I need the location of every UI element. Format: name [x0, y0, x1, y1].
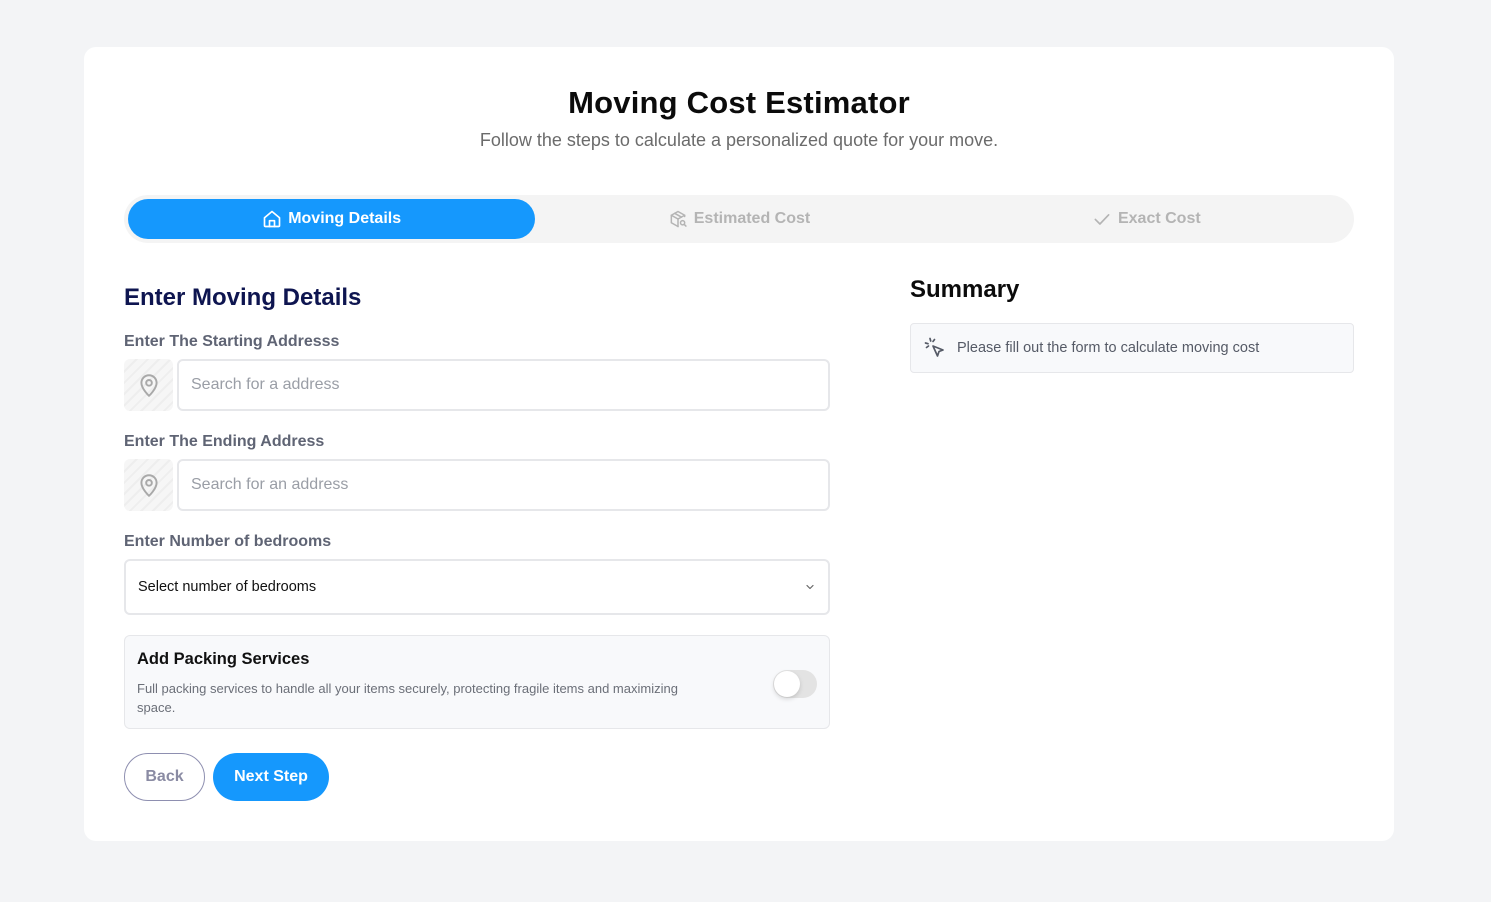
package-search-icon [670, 210, 687, 228]
tab-moving-details[interactable]: Moving Details [128, 199, 536, 239]
summary-title: Summary [910, 276, 1020, 303]
tab-label: Moving Details [288, 210, 402, 227]
end-address-label: Enter The Ending Address [124, 433, 325, 450]
map-pin-icon [139, 374, 158, 397]
packing-services-description: Full packing services to handle all your… [137, 681, 678, 715]
packing-services-title: Add Packing Services [137, 650, 310, 668]
check-icon [1094, 214, 1110, 225]
tab-label: Exact Cost [1117, 210, 1201, 227]
end-address-input[interactable] [177, 459, 830, 511]
back-button[interactable]: Back [124, 753, 205, 801]
map-pin-icon [139, 474, 158, 497]
tab-exact-cost[interactable]: Exact Cost [943, 199, 1350, 239]
toggle-knob [774, 671, 800, 697]
home-icon [263, 210, 281, 228]
step-tabs: Moving Details Estimated Cost Exact Cost [124, 195, 1354, 243]
start-address-label: Enter The Starting Addresss [124, 333, 340, 350]
bedrooms-label: Enter Number of bedrooms [124, 533, 332, 550]
pointer-click-icon [924, 337, 944, 357]
bedrooms-select[interactable]: Select number of bedrooms [124, 559, 830, 615]
next-step-button[interactable]: Next Step [213, 753, 329, 801]
tab-label: Estimated Cost [693, 210, 811, 227]
start-address-input[interactable] [177, 359, 830, 411]
end-address-pin [124, 459, 173, 511]
packing-services-toggle[interactable] [773, 670, 817, 698]
page-subtitle: Follow the steps to calculate a personal… [479, 130, 999, 150]
chevron-down-icon [806, 584, 814, 590]
page-title: Moving Cost Estimator [568, 85, 910, 120]
bedrooms-selected-value: Select number of bedrooms [138, 579, 317, 595]
summary-message-box: Please fill out the form to calculate mo… [910, 323, 1354, 373]
estimator-card: Moving Cost Estimator Follow the steps t… [84, 47, 1394, 841]
tab-estimated-cost[interactable]: Estimated Cost [535, 199, 942, 239]
form-section-title: Enter Moving Details [124, 284, 362, 311]
start-address-pin [124, 359, 173, 411]
end-address-row [124, 459, 830, 511]
packing-services-panel: Add Packing Services Full packing servic… [124, 635, 830, 729]
summary-message: Please fill out the form to calculate mo… [957, 340, 1260, 356]
start-address-row [124, 359, 830, 411]
